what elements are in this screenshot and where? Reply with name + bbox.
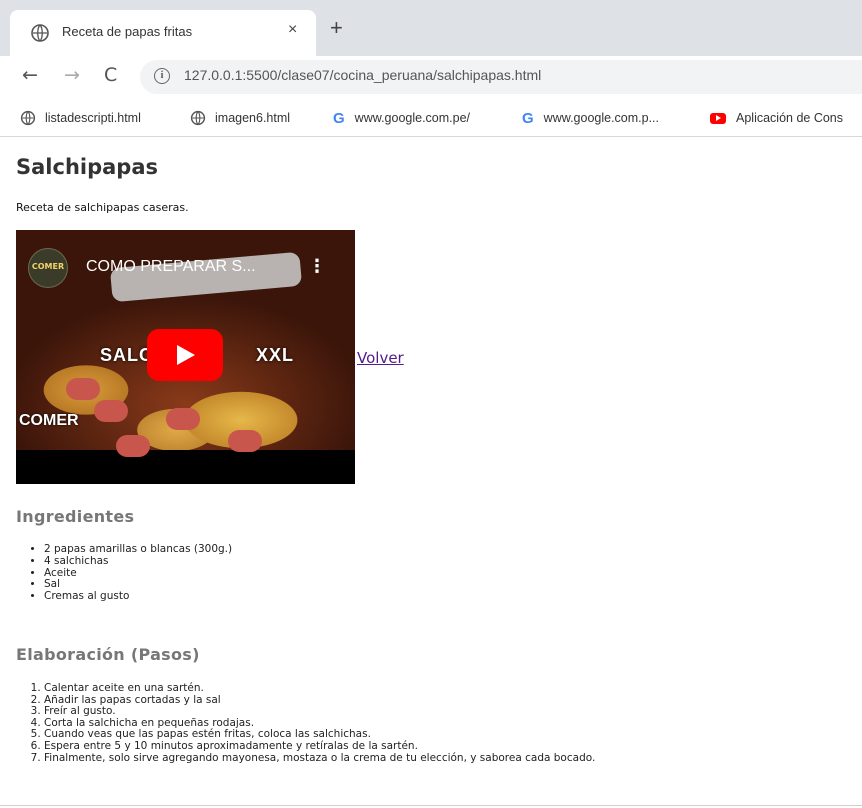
steps-heading: Elaboración (Pasos) [16,645,200,664]
tab-bar: Receta de papas fritas × + [0,0,862,56]
bookmark-label: imagen6.html [215,111,291,125]
address-bar[interactable]: i 127.0.0.1:5500/clase07/cocina_peruana/… [140,60,862,94]
new-tab-button[interactable]: + [330,17,343,39]
site-info-icon[interactable]: i [154,68,170,84]
steps-list: Calentar aceite en una sartén. Añadir la… [16,682,595,765]
bookmark-label: www.google.com.p... [543,111,660,125]
url-text: 127.0.0.1:5500/clase07/cocina_peruana/sa… [184,67,542,83]
channel-avatar[interactable]: COMER [28,248,68,288]
bookmark-listadescripti[interactable]: listadescripti.html [20,108,141,128]
forward-button[interactable]: → [64,64,80,86]
more-options-icon[interactable]: ⋮ [308,256,326,277]
list-item: Aceite [44,567,232,580]
thumbnail-overlay-text: SALC [100,345,153,365]
thumbnail-sausage [94,400,128,422]
bookmark-imagen6[interactable]: imagen6.html [190,108,290,128]
globe-icon [190,110,206,126]
play-icon[interactable] [147,329,223,381]
bookmark-google-pe[interactable]: G www.google.com.pe/ [333,108,470,128]
youtube-video-embed[interactable]: COMER COMO PREPARAR S... ⋮ SALC XXL COME… [16,230,355,484]
intro-text: Receta de salchipapas caseras. [16,201,189,214]
browser-toolbar: ← → C i 127.0.0.1:5500/clase07/cocina_pe… [0,56,862,98]
bookmark-label: www.google.com.pe/ [354,111,471,125]
list-item: Cremas al gusto [44,590,232,603]
bookmark-label: listadescripti.html [45,111,141,125]
list-item: 4 salchichas [44,555,232,568]
list-item: Espera entre 5 y 10 minutos aproximadame… [44,740,595,753]
bookmark-aplicacion[interactable]: Aplicación de Cons [710,108,843,128]
tab-title: Receta de papas fritas [62,24,193,39]
globe-icon [20,110,36,126]
reload-button[interactable]: C [104,64,117,86]
list-item: Añadir las papas cortadas y la sal [44,694,595,707]
tab-close-icon[interactable]: × [288,21,297,39]
channel-avatar-text: COMER [31,262,65,271]
google-icon: G [333,109,345,127]
youtube-icon [710,112,726,124]
thumbnail-sausage [66,378,100,400]
bookmarks-bar: listadescripti.html imagen6.html G www.g… [0,98,862,137]
ingredients-heading: Ingredientes [16,507,135,526]
ingredients-list: 2 papas amarillas o blancas (300g.) 4 sa… [16,543,232,603]
thumbnail-overlay-text: XXL [256,345,295,365]
list-item: Calentar aceite en una sartén. [44,682,595,695]
browser-tab[interactable]: Receta de papas fritas × [10,10,316,56]
bottom-divider [0,805,862,806]
back-button[interactable]: ← [22,64,38,86]
thumbnail-sausage [166,408,200,430]
globe-icon [31,24,49,42]
back-link[interactable]: Volver [357,349,404,367]
thumbnail-sausage [228,430,262,452]
channel-watermark: COMER [19,412,79,429]
list-item: Finalmente, solo sirve agregando mayones… [44,752,595,765]
google-icon: G [522,109,534,127]
page-title: Salchipapas [16,155,158,179]
video-title[interactable]: COMO PREPARAR S... [86,258,256,276]
bookmark-google-p[interactable]: G www.google.com.p... [522,108,659,128]
thumbnail-sausage [116,435,150,457]
bookmark-label: Aplicación de Cons [736,111,844,125]
